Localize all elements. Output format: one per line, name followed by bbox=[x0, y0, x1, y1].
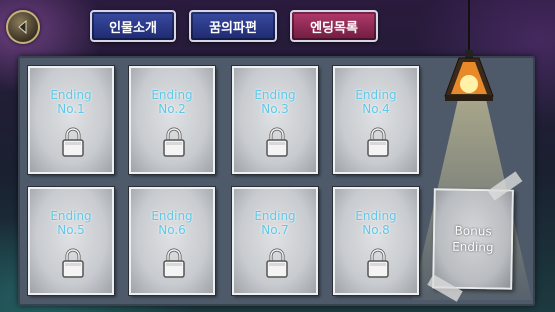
ending-card-label: Ending No.2 bbox=[131, 88, 213, 116]
ending-title: Ending bbox=[254, 209, 296, 223]
ending-number: No.3 bbox=[261, 102, 289, 116]
ending-title: Ending bbox=[50, 88, 92, 102]
ending-card-8[interactable]: Ending No.8 bbox=[333, 187, 419, 295]
ending-card-2[interactable]: Ending No.2 bbox=[129, 66, 215, 174]
tab-ending-list-label: 엔딩목록 bbox=[310, 20, 358, 36]
ending-card-7[interactable]: Ending No.7 bbox=[232, 187, 318, 295]
ending-card-1[interactable]: Ending No.1 bbox=[28, 66, 114, 174]
padlock-icon bbox=[266, 127, 288, 157]
bonus-ending-label: Bonus Ending bbox=[435, 222, 512, 255]
ending-number: No.2 bbox=[158, 102, 186, 116]
ending-title: Ending bbox=[50, 209, 92, 223]
ending-card-label: Ending No.8 bbox=[335, 209, 417, 237]
ending-title: Ending bbox=[151, 88, 193, 102]
ending-card-label: Ending No.5 bbox=[30, 209, 112, 237]
padlock-icon bbox=[163, 248, 185, 278]
hanging-lamp-icon bbox=[444, 0, 494, 101]
tab-dream-fragments-label: 꿈의파편 bbox=[209, 20, 257, 36]
ending-number: No.7 bbox=[261, 223, 289, 237]
ending-card-5[interactable]: Ending No.5 bbox=[28, 187, 114, 295]
ending-title: Ending bbox=[254, 88, 296, 102]
ending-card-label: Ending No.3 bbox=[234, 88, 316, 116]
bonus-ending-card[interactable]: Bonus Ending bbox=[432, 188, 514, 290]
ending-number: No.5 bbox=[57, 223, 85, 237]
back-button[interactable] bbox=[6, 10, 40, 44]
ending-number: No.6 bbox=[158, 223, 186, 237]
padlock-icon bbox=[367, 127, 389, 157]
tab-ending-list[interactable]: 엔딩목록 bbox=[290, 10, 378, 42]
padlock-icon bbox=[367, 248, 389, 278]
ending-title: Ending bbox=[355, 88, 397, 102]
ending-card-6[interactable]: Ending No.6 bbox=[129, 187, 215, 295]
ending-card-label: Ending No.4 bbox=[335, 88, 417, 116]
padlock-icon bbox=[62, 127, 84, 157]
bonus-subtitle: Ending bbox=[452, 239, 494, 255]
back-arrow-icon bbox=[18, 19, 27, 35]
tab-character-intro[interactable]: 인물소개 bbox=[90, 10, 176, 42]
bonus-title: Bonus bbox=[454, 223, 492, 239]
padlock-icon bbox=[266, 248, 288, 278]
ending-title: Ending bbox=[355, 209, 397, 223]
ending-number: No.4 bbox=[362, 102, 390, 116]
ending-number: No.1 bbox=[57, 102, 85, 116]
ending-card-3[interactable]: Ending No.3 bbox=[232, 66, 318, 174]
tab-character-intro-label: 인물소개 bbox=[109, 20, 157, 36]
padlock-icon bbox=[62, 248, 84, 278]
ending-card-label: Ending No.6 bbox=[131, 209, 213, 237]
ending-card-label: Ending No.1 bbox=[30, 88, 112, 116]
ending-card-label: Ending No.7 bbox=[234, 209, 316, 237]
padlock-icon bbox=[163, 127, 185, 157]
ending-title: Ending bbox=[151, 209, 193, 223]
tab-dream-fragments[interactable]: 꿈의파편 bbox=[189, 10, 277, 42]
ending-card-4[interactable]: Ending No.4 bbox=[333, 66, 419, 174]
ending-number: No.8 bbox=[362, 223, 390, 237]
